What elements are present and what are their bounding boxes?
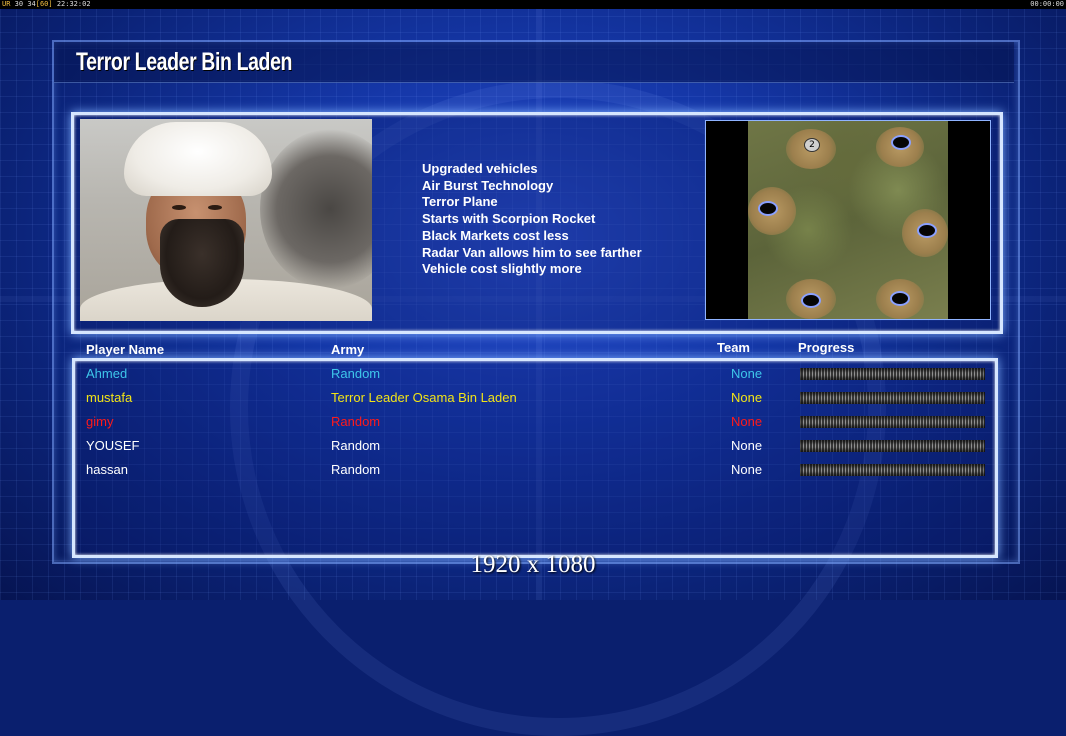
map-start-position	[891, 135, 911, 150]
trait-item: Air Burst Technology	[422, 177, 554, 193]
portrait-eye-right	[208, 205, 222, 210]
player-row: mustafa Terror Leader Osama Bin Laden No…	[0, 390, 1066, 414]
fps-cap: [60]	[35, 0, 53, 8]
header-army: Army	[331, 342, 365, 357]
page-title: Terror Leader Bin Laden	[76, 48, 293, 76]
player-team: None	[731, 390, 763, 405]
map-start-number: 2	[804, 138, 820, 152]
player-army: Random	[331, 366, 381, 381]
general-portrait	[80, 119, 372, 321]
player-row: hassan Random None	[0, 462, 1066, 486]
trait-item: Upgraded vehicles	[422, 161, 538, 176]
player-team: None	[731, 462, 763, 477]
player-row: YOUSEF Random None	[0, 438, 1066, 462]
player-team: None	[731, 366, 763, 381]
general-traits-list: Upgraded vehicles Air Burst Technology T…	[422, 161, 642, 278]
player-progress-bar	[800, 416, 985, 428]
player-team: None	[731, 438, 763, 453]
clock-left: 22:32:02	[56, 0, 91, 8]
player-progress-bar	[800, 368, 985, 380]
resolution-label: 1920 x 1080	[470, 551, 596, 578]
map-start-position	[917, 223, 937, 238]
player-progress-bar	[800, 392, 985, 404]
portrait-smoke	[260, 129, 372, 289]
player-progress-bar	[800, 464, 985, 476]
trait-item: Starts with Scorpion Rocket	[422, 211, 596, 227]
header-progress: Progress	[798, 340, 855, 355]
player-name: hassan	[86, 462, 128, 477]
player-team: None	[731, 414, 763, 429]
portrait-eye-left	[172, 205, 186, 210]
map-start-position	[801, 293, 821, 308]
debug-status-bar: UR 30 34[60] 22:32:02 00:00:00	[0, 0, 1066, 9]
player-name: mustafa	[86, 390, 133, 405]
player-row: Ahmed Random None	[0, 366, 1066, 390]
clock-right: 00:00:00	[1030, 0, 1064, 8]
trait-item: Black Markets cost less	[422, 227, 569, 243]
trait-item: Terror Plane	[422, 194, 498, 210]
map-preview: 2	[705, 120, 991, 320]
header-player-name: Player Name	[86, 342, 165, 357]
player-name: gimy	[86, 414, 114, 429]
player-army: Random	[331, 438, 381, 453]
trait-item: Radar Van allows him to see farther	[422, 244, 642, 260]
player-row: gimy Random None	[0, 414, 1066, 438]
player-name: Ahmed	[86, 366, 128, 381]
status-bar-left: UR 30 34[60] 22:32:02	[2, 0, 91, 9]
fps-b: 34	[27, 0, 36, 8]
fps-a: 30	[14, 0, 24, 8]
player-army: Terror Leader Osama Bin Laden	[331, 390, 517, 405]
player-progress-bar	[800, 440, 985, 452]
map-start-position	[758, 201, 778, 216]
portrait-beard	[160, 219, 244, 307]
trait-item: Vehicle cost slightly more	[422, 261, 582, 277]
map-start-position	[890, 291, 910, 306]
player-name: YOUSEF	[86, 438, 140, 453]
status-prefix: UR	[2, 0, 11, 8]
header-team: Team	[717, 340, 750, 355]
player-army: Random	[331, 462, 381, 477]
portrait-turban	[124, 122, 272, 196]
player-army: Random	[331, 414, 381, 429]
